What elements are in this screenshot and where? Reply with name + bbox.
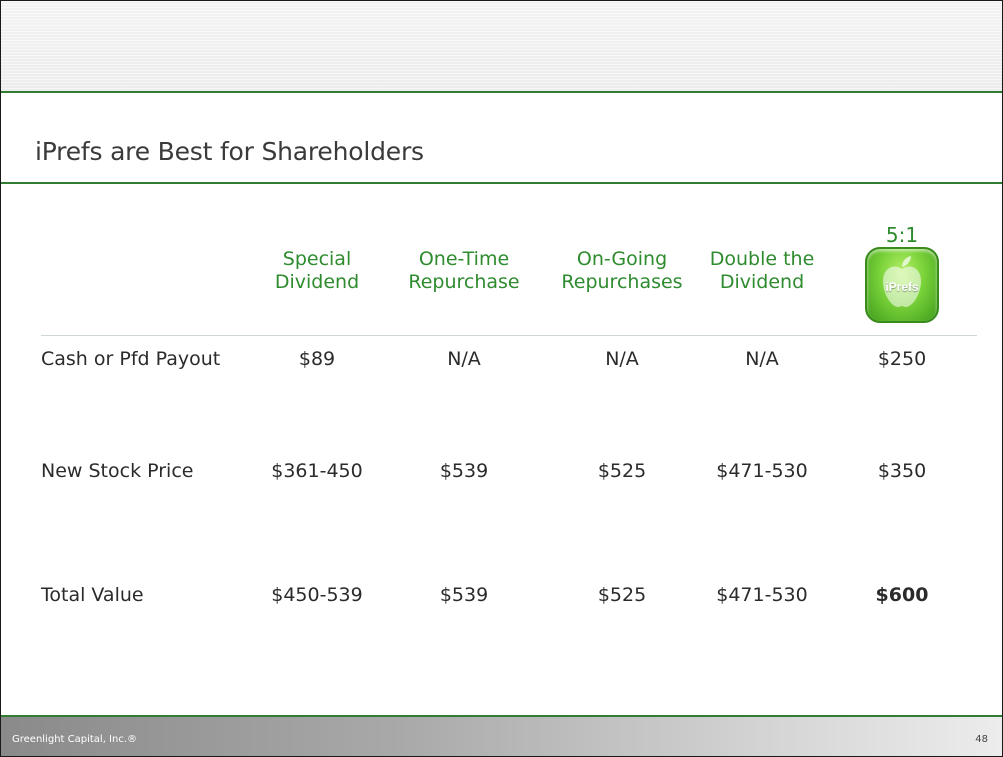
ipref-icon-label: iPrefs	[885, 280, 919, 294]
column-header-special-dividend: Special Dividend	[237, 248, 397, 294]
row-label-new-stock-price: New Stock Price	[41, 460, 194, 482]
header-rule	[41, 335, 977, 336]
column-header-line1: Double the	[709, 248, 815, 270]
table-cell: $250	[877, 348, 927, 370]
column-header-line2: Dividend	[274, 271, 360, 293]
footer-bar: Greenlight Capital, Inc.® 48	[1, 715, 1002, 756]
footer-company: Greenlight Capital, Inc.®	[12, 734, 138, 745]
table-cell: $350	[877, 460, 927, 482]
table-cell: $525	[597, 584, 647, 606]
table-cell: N/A	[745, 348, 779, 370]
title-divider	[1, 182, 1002, 184]
apple-iprefs-icon: iPrefs	[865, 247, 939, 323]
table-cell: $539	[439, 460, 489, 482]
row-label-total-value: Total Value	[41, 584, 144, 606]
header-divider	[1, 91, 1002, 93]
ipref-ratio: 5:1	[885, 223, 919, 247]
table-cell: $361-450	[271, 460, 363, 482]
table-cell: $450-539	[271, 584, 363, 606]
table-cell: $471-530	[716, 584, 808, 606]
column-header-line2: Repurchase	[408, 271, 520, 293]
column-header-one-time-repurchase: One-Time Repurchase	[384, 248, 544, 294]
table-cell: $89	[298, 348, 336, 370]
slide-title: iPrefs are Best for Shareholders	[35, 137, 424, 166]
column-header-line1: Special	[282, 248, 352, 270]
column-header-line1: One-Time	[418, 248, 510, 270]
column-header-double-the-dividend: Double the Dividend	[682, 248, 842, 294]
table-cell: $525	[597, 460, 647, 482]
table-cell: N/A	[447, 348, 481, 370]
row-label-cash-or-pfd-payout: Cash or Pfd Payout	[41, 348, 221, 370]
table-cell-highlight: $600	[875, 584, 929, 606]
column-header-line2: Dividend	[719, 271, 805, 293]
column-header-line1: On-Going	[576, 248, 668, 270]
header-band	[1, 1, 1002, 91]
column-header-on-going-repurchases: On-Going Repurchases	[542, 248, 702, 294]
page-number: 48	[975, 734, 988, 745]
table-cell: $471-530	[716, 460, 808, 482]
slide: iPrefs are Best for Shareholders Special…	[0, 0, 1003, 757]
table-cell: N/A	[605, 348, 639, 370]
table-cell: $539	[439, 584, 489, 606]
column-header-line2: Repurchases	[561, 271, 683, 293]
